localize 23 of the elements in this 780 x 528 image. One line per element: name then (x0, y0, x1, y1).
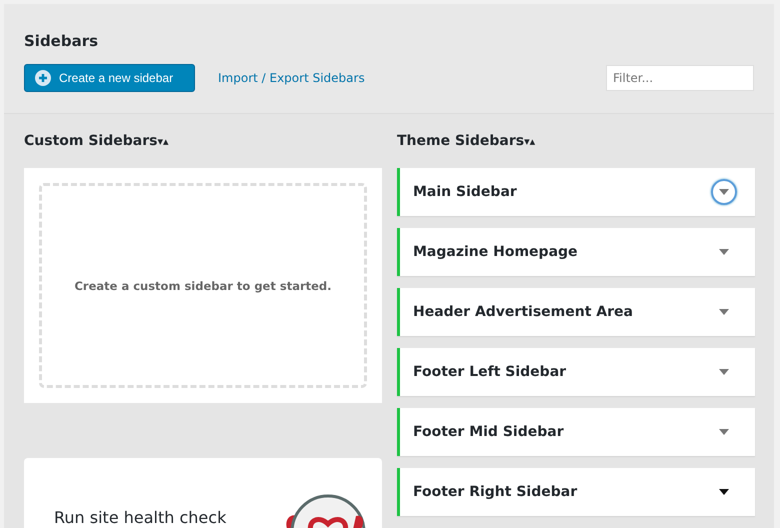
create-sidebar-button[interactable]: Create a new sidebar (24, 64, 195, 92)
sidebar-card[interactable]: Header Advertisement Area (397, 288, 755, 336)
sidebar-name: Magazine Homepage (413, 244, 578, 260)
sidebar-name: Footer Mid Sidebar (413, 424, 564, 440)
sidebar-card[interactable]: Magazine Homepage (397, 228, 755, 276)
sidebar-card[interactable]: Footer Mid Sidebar (397, 408, 755, 456)
empty-message: Create a custom sidebar to get started. (74, 278, 332, 292)
page-title: Sidebars (24, 32, 100, 50)
sidebar-name: Header Advertisement Area (413, 304, 633, 320)
sidebar-name: Footer Right Sidebar (413, 484, 578, 500)
sidebar-card[interactable]: Footer Right Sidebar (397, 468, 755, 516)
section-heading: Theme Sidebars (397, 133, 524, 149)
sidebar-name: Main Sidebar (413, 184, 517, 200)
import-export-link[interactable]: Import / Export Sidebars (218, 71, 365, 85)
sidebar-card[interactable]: Main Sidebar (397, 168, 755, 216)
sidebar-card[interactable]: Footer Left Sidebar (397, 348, 755, 396)
section-heading: Custom Sidebars (24, 133, 158, 149)
sidebar-name: Footer Left Sidebar (413, 364, 566, 380)
filter-field[interactable]: Filter... (606, 65, 754, 91)
health-check-title: Run site health check (54, 507, 226, 528)
plus-circle-icon (35, 70, 51, 86)
sort-icon[interactable]: ▾▴ (524, 134, 536, 148)
sort-icon[interactable]: ▾▴ (157, 134, 168, 148)
